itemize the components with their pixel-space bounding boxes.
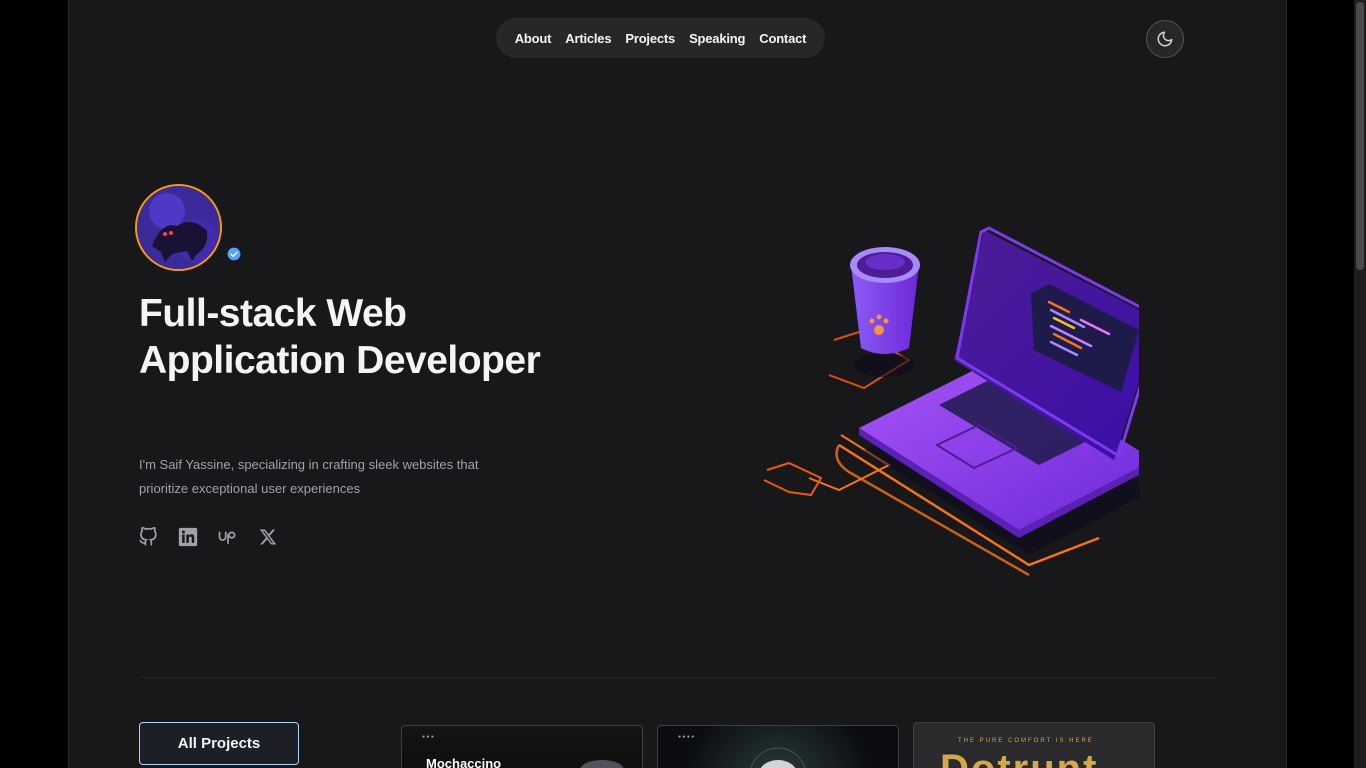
- hero-title: Full-stack Web Application Developer: [139, 292, 541, 382]
- card-tagline: THE PURE COMFORT IS HERE: [958, 738, 1094, 744]
- moon-icon: [1157, 31, 1173, 47]
- section-divider: [139, 677, 1218, 678]
- project-card[interactable]: ● ● ● ●: [657, 725, 899, 768]
- linkedin-icon[interactable]: [178, 527, 198, 547]
- x-icon[interactable]: [258, 527, 278, 547]
- hero-description: I'm Saif Yassine, specializing in crafti…: [139, 457, 479, 496]
- project-card[interactable]: THE PURE COMFORT IS HERE Dotrunt: [913, 722, 1155, 768]
- all-projects-button[interactable]: All Projects: [139, 722, 299, 765]
- cup-image: [580, 760, 624, 768]
- scrollbar[interactable]: [1354, 0, 1366, 768]
- card-headline: Dotrunt: [940, 747, 1098, 768]
- card-brand: Mochaccino: [426, 756, 502, 768]
- nav-about[interactable]: About: [515, 31, 552, 46]
- avatar: [135, 184, 222, 271]
- scrollbar-thumb[interactable]: [1356, 2, 1364, 270]
- card-nav: ● ● ●: [422, 734, 434, 740]
- product-image: [750, 747, 806, 768]
- nav-projects[interactable]: Projects: [625, 31, 675, 46]
- card-nav: ● ● ● ●: [678, 734, 695, 740]
- nav-speaking[interactable]: Speaking: [689, 31, 745, 46]
- page: About Articles Projects Speaking Contact…: [68, 0, 1287, 768]
- upwork-icon[interactable]: [218, 527, 238, 547]
- github-icon[interactable]: [138, 527, 158, 547]
- social-links: [138, 527, 278, 547]
- verified-badge-icon: [227, 247, 241, 261]
- project-card[interactable]: ● ● ● Mochaccino: [401, 725, 643, 768]
- nav-articles[interactable]: Articles: [565, 31, 611, 46]
- nav-contact[interactable]: Contact: [759, 31, 806, 46]
- laptop-illustration: [763, 226, 1139, 577]
- theme-toggle-button[interactable]: [1146, 20, 1184, 58]
- main-nav: About Articles Projects Speaking Contact: [496, 18, 825, 58]
